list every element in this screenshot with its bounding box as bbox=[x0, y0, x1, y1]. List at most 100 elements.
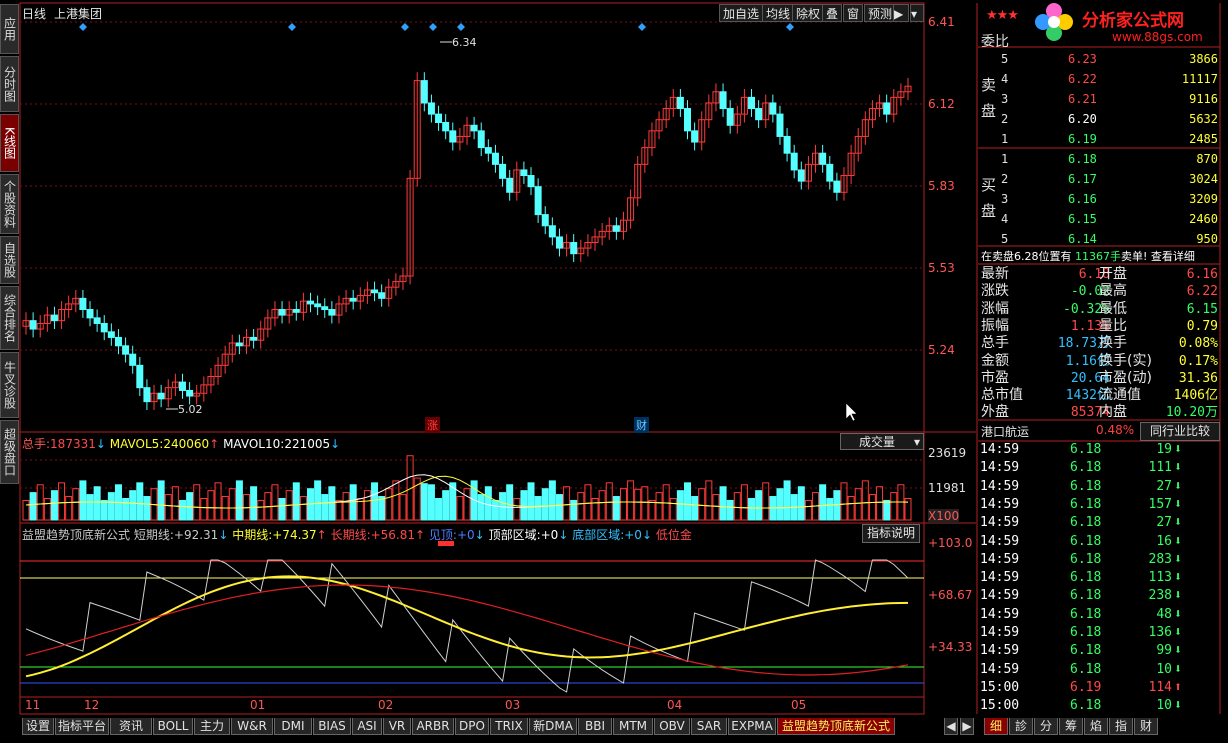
bottom-tab-13[interactable]: 新DMA bbox=[529, 718, 577, 735]
right-tab-6[interactable]: 财 bbox=[1134, 718, 1158, 735]
tab-prev-icon[interactable]: ◀ bbox=[944, 718, 958, 735]
volume-bar bbox=[435, 497, 443, 521]
tick-row: 14:59 6.18 48 ⬇ bbox=[980, 606, 1218, 624]
candle-body bbox=[883, 102, 891, 115]
left-tab-6[interactable]: 牛叉诊股 bbox=[0, 352, 19, 418]
volume-bar bbox=[577, 492, 585, 521]
arrow-down-icon: ⬇ bbox=[1174, 661, 1182, 677]
sector-name[interactable]: 港口航运 bbox=[981, 423, 1029, 440]
bottom-tab-1[interactable]: 指标平台 bbox=[55, 718, 109, 735]
candle-body bbox=[499, 163, 507, 179]
right-tab-5[interactable]: 指 bbox=[1109, 718, 1133, 735]
volume-bar bbox=[65, 496, 73, 521]
candle-body bbox=[129, 353, 137, 366]
sell-level-row: 5 6.23 3866 bbox=[980, 50, 1218, 68]
signal-diamond-icon bbox=[429, 23, 437, 31]
candle-body bbox=[378, 292, 386, 299]
level: 3 bbox=[1001, 92, 1009, 106]
volume-bar bbox=[292, 482, 300, 521]
tick-price: 6.19 bbox=[1070, 679, 1102, 695]
volume-selector[interactable]: 成交量 ▾ bbox=[840, 433, 924, 450]
tab-next-icon[interactable]: ▶ bbox=[960, 718, 974, 735]
bottom-tab-15[interactable]: MTM bbox=[613, 718, 653, 735]
toolbar-button-3[interactable]: 叠 bbox=[822, 4, 843, 22]
toolbar-button-1[interactable]: 均线 bbox=[762, 4, 795, 22]
volume-bar bbox=[392, 480, 400, 521]
volume-bar bbox=[534, 496, 542, 521]
volume-unit: X100 bbox=[928, 509, 960, 523]
bottom-tab-18[interactable]: EXPMA bbox=[728, 718, 776, 735]
bottom-tab-10[interactable]: ARBR bbox=[412, 718, 454, 735]
right-tab-1[interactable]: 診 bbox=[1009, 718, 1033, 735]
volume-bar bbox=[776, 488, 784, 521]
volume-bar bbox=[570, 499, 578, 521]
tick-row: 14:59 6.18 113 ⬇ bbox=[980, 569, 1218, 587]
left-tab-5[interactable]: 综合排名 bbox=[0, 286, 19, 350]
candle-body bbox=[235, 342, 243, 347]
left-tab-3[interactable]: 个股资料 bbox=[0, 174, 19, 234]
month-label: 03 bbox=[505, 698, 521, 712]
tick-price: 6.18 bbox=[1070, 460, 1102, 476]
volume-bar bbox=[50, 490, 58, 521]
candle-body bbox=[783, 135, 791, 154]
left-tab-1[interactable]: 分时图 bbox=[0, 56, 19, 112]
volume-bar bbox=[193, 484, 201, 521]
bottom-tab-19[interactable]: 益盟趋势顶底新公式 bbox=[777, 718, 895, 735]
left-tab-0[interactable]: 应用 bbox=[0, 4, 19, 54]
bottom-tab-14[interactable]: BBI bbox=[578, 718, 612, 735]
sell-level-row: 3 6.21 9116 bbox=[980, 90, 1218, 108]
bottom-tab-9[interactable]: VR bbox=[383, 718, 411, 735]
left-tab-2[interactable]: K线图 bbox=[0, 114, 19, 172]
buy-level-row: 3 6.16 3209 bbox=[980, 190, 1218, 208]
level: 2 bbox=[1001, 112, 1009, 126]
volume-bar bbox=[634, 488, 642, 521]
right-tab-4[interactable]: 焰 bbox=[1084, 718, 1108, 735]
volume: 11117 bbox=[1181, 72, 1218, 86]
toolbar-button-0[interactable]: 加自选 bbox=[719, 4, 764, 22]
bottom-tab-17[interactable]: SAR bbox=[691, 718, 727, 735]
toolbar-button-5[interactable]: 预测 bbox=[864, 4, 897, 22]
compare-industry-button[interactable]: 同行业比较 bbox=[1140, 422, 1220, 441]
candle-body bbox=[776, 113, 784, 137]
bottom-tab-7[interactable]: BIAS bbox=[313, 718, 351, 735]
bottom-tab-3[interactable]: BOLL bbox=[153, 718, 193, 735]
volume: 2485 bbox=[1189, 132, 1218, 146]
right-tab-3[interactable]: 筹 bbox=[1059, 718, 1083, 735]
volume-bar bbox=[342, 492, 350, 521]
bottom-tab-6[interactable]: DMI bbox=[274, 718, 312, 735]
chevron-down-icon[interactable]: ▾ bbox=[910, 4, 924, 22]
candle-body bbox=[541, 214, 549, 227]
bottom-tab-4[interactable]: 主力 bbox=[194, 718, 230, 735]
candle-body bbox=[307, 300, 315, 305]
cai-marker[interactable]: 财 bbox=[634, 417, 649, 433]
stat-value: 6.22 bbox=[1186, 284, 1218, 300]
order-notice[interactable]: 在卖盘6.28位置有 11367手卖单! 查看详细 bbox=[981, 248, 1195, 264]
tick-price: 6.18 bbox=[1070, 698, 1102, 714]
bottom-tab-11[interactable]: DPO bbox=[455, 718, 489, 735]
left-tab-4[interactable]: 自选股 bbox=[0, 236, 19, 284]
stat-label: 涨跌 bbox=[981, 283, 1009, 300]
bottom-tab-16[interactable]: OBV bbox=[654, 718, 690, 735]
short-term-line bbox=[25, 559, 909, 693]
indicator-help-button[interactable]: 指标说明 bbox=[862, 524, 921, 543]
tick-volume: 157 bbox=[1148, 496, 1172, 512]
zhang-marker[interactable]: 涨 bbox=[425, 417, 440, 433]
volume-bar bbox=[399, 494, 407, 521]
candle-body bbox=[534, 186, 542, 216]
toolbar-button-2[interactable]: 除权 bbox=[792, 4, 825, 22]
stat-row: 涨幅 -0.32% 最低 6.15 bbox=[980, 301, 1218, 318]
bottom-tab-2[interactable]: 资讯 bbox=[110, 718, 152, 735]
arrow-right-icon[interactable]: ▶ bbox=[893, 4, 909, 22]
left-tab-7[interactable]: 超级盘口 bbox=[0, 420, 19, 484]
bottom-tab-8[interactable]: ASI bbox=[352, 718, 382, 735]
bottom-tab-0[interactable]: 设置 bbox=[22, 718, 54, 735]
toolbar-button-4[interactable]: 窗 bbox=[843, 4, 864, 22]
bottom-tab-5[interactable]: W&R bbox=[231, 718, 273, 735]
bottom-tab-12[interactable]: TRIX bbox=[490, 718, 528, 735]
right-tab-2[interactable]: 分 bbox=[1034, 718, 1058, 735]
volume-bar bbox=[726, 499, 734, 521]
volume-bar bbox=[378, 496, 386, 521]
right-tab-0[interactable]: 细 bbox=[984, 718, 1008, 735]
left-tab-label: 个股资料 bbox=[2, 180, 17, 228]
stat-label: 金额 bbox=[981, 352, 1009, 369]
